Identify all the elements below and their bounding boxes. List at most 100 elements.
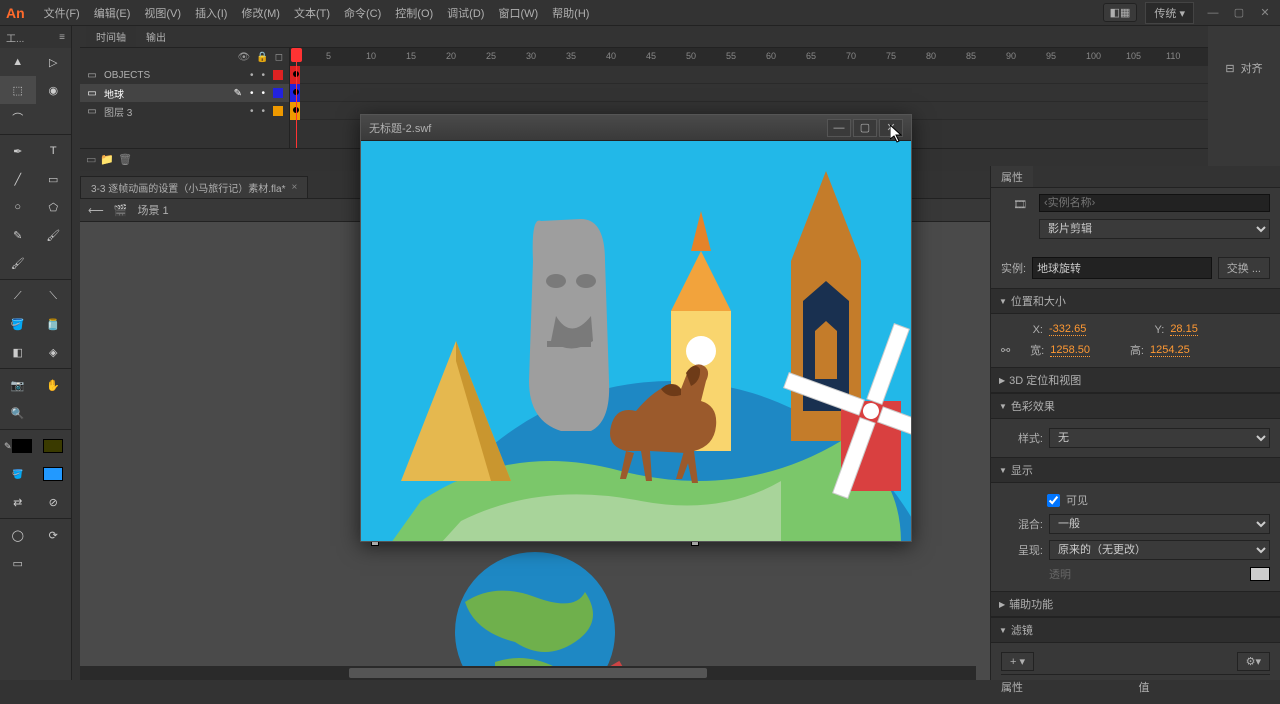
window-close[interactable]: ✕ bbox=[1256, 6, 1274, 20]
symbol-type-select[interactable]: 影片剪辑 bbox=[1039, 219, 1270, 239]
snap-tool[interactable]: ◯ bbox=[0, 521, 36, 549]
window-minimize[interactable]: — bbox=[1204, 6, 1222, 20]
bone-tool[interactable]: ⟋ bbox=[0, 282, 36, 310]
swap-colors[interactable]: ⇄ bbox=[0, 488, 36, 516]
prop-x[interactable]: -332.65 bbox=[1049, 323, 1086, 336]
3d-rotation-tool[interactable]: ◉ bbox=[36, 76, 72, 104]
menu-debug[interactable]: 调试(D) bbox=[440, 5, 491, 21]
scene-icon: 🎬 bbox=[114, 204, 128, 217]
section-accessibility[interactable]: 辅助功能 bbox=[991, 591, 1280, 617]
pencil-tool[interactable]: ✎ bbox=[0, 221, 36, 249]
eraser-tool[interactable]: ◧ bbox=[0, 338, 36, 366]
brush-tool[interactable]: 🖌 bbox=[36, 221, 72, 249]
align-icon: ⊟ bbox=[1225, 62, 1234, 75]
align-panel-strip: ⊟ 对齐 bbox=[1208, 26, 1280, 166]
option-tool-2[interactable]: ▭ bbox=[0, 549, 36, 577]
visible-checkbox[interactable] bbox=[1047, 494, 1060, 507]
layers-column: 👁🔒◻ ▭ OBJECTS •• ▭ 地球 ✎•• ▭ 图层 3 •• bbox=[80, 48, 290, 148]
swap-button[interactable]: 交换 ... bbox=[1218, 257, 1270, 279]
preview-close[interactable]: ✕ bbox=[879, 119, 903, 137]
blend-select[interactable]: 一般 bbox=[1049, 514, 1270, 534]
tools-panel: 工...≡ ▲ ▷ ⬚ ◉ ⌒ ✒ T ╱ ▭ ○ ⬠ ✎ 🖌 🖌 ⟋ ⟍ 🪣 … bbox=[0, 26, 72, 680]
layer-row[interactable]: ▭ OBJECTS •• bbox=[80, 66, 289, 84]
preview-maximize[interactable]: ▢ bbox=[853, 119, 877, 137]
link-wh-icon[interactable]: ⚯ bbox=[1001, 344, 1010, 357]
fill-color-dark[interactable] bbox=[36, 432, 72, 460]
preview-titlebar[interactable]: 无标题-2.swf — ▢ ✕ bbox=[361, 115, 911, 141]
instance-name-input[interactable] bbox=[1039, 194, 1270, 212]
menu-insert[interactable]: 插入(I) bbox=[188, 5, 234, 21]
panel-menu-icon[interactable]: ≡ bbox=[59, 32, 65, 43]
menu-control[interactable]: 控制(O) bbox=[388, 5, 440, 21]
menu-view[interactable]: 视图(V) bbox=[137, 5, 188, 21]
add-filter-button[interactable]: + ▾ bbox=[1001, 652, 1034, 671]
pen-tool[interactable]: ✒ bbox=[0, 137, 36, 165]
menu-text[interactable]: 文本(T) bbox=[287, 5, 337, 21]
prop-y[interactable]: 28.15 bbox=[1170, 323, 1198, 336]
window-maximize[interactable]: ▢ bbox=[1230, 6, 1248, 20]
menu-help[interactable]: 帮助(H) bbox=[545, 5, 596, 21]
instance-value: 地球旋转 bbox=[1032, 257, 1212, 279]
paint-brush-tool[interactable]: 🖌 bbox=[0, 249, 36, 277]
hand-tool[interactable]: ✋ bbox=[36, 371, 72, 399]
back-icon[interactable]: ⟵ bbox=[88, 204, 104, 217]
bind-tool[interactable]: ⟍ bbox=[36, 282, 72, 310]
section-color-effect[interactable]: 色彩效果 bbox=[991, 393, 1280, 419]
free-transform-tool[interactable]: ⬚ bbox=[0, 76, 36, 104]
oval-tool[interactable]: ○ bbox=[0, 193, 36, 221]
horizontal-scrollbar[interactable] bbox=[80, 666, 976, 680]
subselection-tool[interactable]: ▷ bbox=[36, 48, 72, 76]
menubar: An 文件(F) 编辑(E) 视图(V) 插入(I) 修改(M) 文本(T) 命… bbox=[0, 0, 1280, 26]
section-position-size[interactable]: 位置和大小 bbox=[991, 288, 1280, 314]
rectangle-tool[interactable]: ▭ bbox=[36, 165, 72, 193]
prop-h[interactable]: 1254.25 bbox=[1150, 344, 1190, 357]
new-layer-icon[interactable]: ▭ bbox=[86, 153, 96, 166]
lasso-tool[interactable]: ⌒ bbox=[0, 104, 36, 132]
section-display[interactable]: 显示 bbox=[991, 457, 1280, 483]
zoom-tool[interactable]: 🔍 bbox=[0, 399, 36, 427]
render-select[interactable]: 原来的（无更改） bbox=[1049, 540, 1270, 560]
menu-window[interactable]: 窗口(W) bbox=[491, 5, 545, 21]
selection-tool[interactable]: ▲ bbox=[0, 48, 36, 76]
menu-command[interactable]: 命令(C) bbox=[337, 5, 388, 21]
delete-layer-icon[interactable]: 🗑 bbox=[118, 153, 132, 166]
align-button[interactable]: ⊟ 对齐 bbox=[1217, 56, 1270, 80]
menu-modify[interactable]: 修改(M) bbox=[234, 5, 287, 21]
stage-symbol[interactable] bbox=[375, 542, 695, 680]
section-3d[interactable]: 3D 定位和视图 bbox=[991, 367, 1280, 393]
close-tab-icon[interactable]: × bbox=[291, 182, 297, 193]
text-tool[interactable]: T bbox=[36, 137, 72, 165]
layer-row[interactable]: ▭ 地球 ✎•• bbox=[80, 84, 289, 102]
paint-bucket-tool[interactable]: 🪣 bbox=[0, 310, 36, 338]
filter-options-icon[interactable]: ⚙▾ bbox=[1237, 652, 1270, 671]
ink-bottle-tool[interactable]: 🫙 bbox=[36, 310, 72, 338]
fill-color[interactable]: 🪣 bbox=[0, 460, 36, 488]
scene-name[interactable]: 场景 1 bbox=[137, 202, 168, 218]
menu-file[interactable]: 文件(F) bbox=[37, 5, 87, 21]
layout-dropdown[interactable]: 传统 ▾ bbox=[1145, 2, 1194, 24]
menu-edit[interactable]: 编辑(E) bbox=[87, 5, 138, 21]
stroke-color[interactable]: ✎ bbox=[0, 432, 36, 460]
camera-tool[interactable]: 📷 bbox=[0, 371, 36, 399]
timeline-tab[interactable]: 时间轴 bbox=[86, 26, 136, 47]
option-tool[interactable]: ⟳ bbox=[36, 521, 72, 549]
transparent-color-swatch[interactable] bbox=[1250, 567, 1270, 581]
layer-row[interactable]: ▭ 图层 3 •• bbox=[80, 102, 289, 120]
preview-minimize[interactable]: — bbox=[827, 119, 851, 137]
polystar-tool[interactable]: ⬠ bbox=[36, 193, 72, 221]
output-tab[interactable]: 输出 bbox=[136, 26, 176, 47]
line-tool[interactable]: ╱ bbox=[0, 165, 36, 193]
no-color[interactable]: ⊘ bbox=[36, 488, 72, 516]
playhead[interactable] bbox=[296, 48, 297, 148]
properties-tab[interactable]: 属性 bbox=[991, 166, 1033, 187]
new-folder-icon[interactable]: 📁 bbox=[100, 153, 114, 166]
workspace-icon[interactable]: ◧▦ bbox=[1103, 3, 1138, 22]
instance-label: 实例: bbox=[1001, 260, 1026, 276]
width-tool[interactable]: ◈ bbox=[36, 338, 72, 366]
prop-w[interactable]: 1258.50 bbox=[1050, 344, 1090, 357]
section-filters[interactable]: 滤镜 bbox=[991, 617, 1280, 643]
color-style-select[interactable]: 无 bbox=[1049, 428, 1270, 448]
document-tab[interactable]: 3-3 逐帧动画的设置（小马旅行记）素材.fla* × bbox=[80, 176, 308, 198]
fill-color-swatch[interactable] bbox=[36, 460, 72, 488]
symbol-type-icon: 🎞 bbox=[1001, 194, 1039, 242]
